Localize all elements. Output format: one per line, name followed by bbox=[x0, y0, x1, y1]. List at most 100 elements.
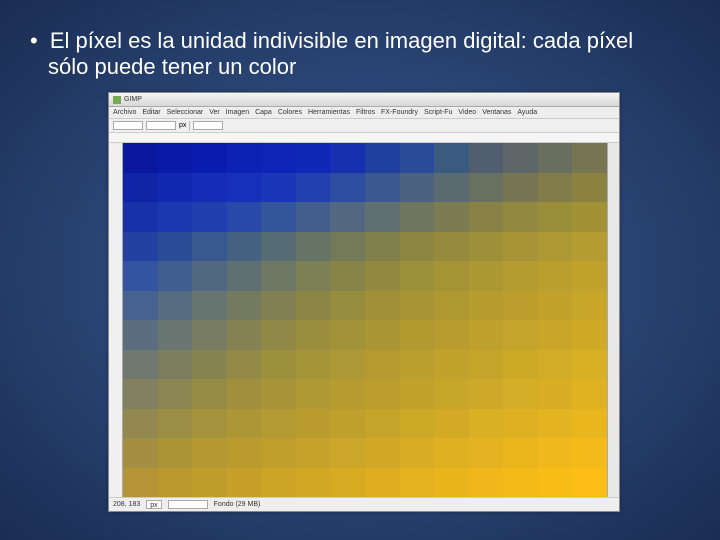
menu-herramientas[interactable]: Herramientas bbox=[308, 109, 350, 116]
pixel-cell bbox=[123, 261, 158, 291]
pixel-cell bbox=[400, 409, 435, 439]
menu-ayuda[interactable]: Ayuda bbox=[517, 109, 537, 116]
pixel-cell bbox=[261, 291, 296, 321]
pixel-cell bbox=[227, 409, 262, 439]
pixel-cell bbox=[227, 350, 262, 380]
status-units[interactable]: px bbox=[146, 500, 161, 509]
pixel-cell bbox=[503, 409, 538, 439]
pixel-cell bbox=[538, 173, 573, 203]
pixel-cell bbox=[434, 320, 469, 350]
menu-imagen[interactable]: Imagen bbox=[226, 109, 249, 116]
pixel-cell bbox=[469, 173, 504, 203]
pixel-cell bbox=[572, 379, 607, 409]
pixel-cell bbox=[503, 320, 538, 350]
menu-video[interactable]: Video bbox=[458, 109, 476, 116]
pixel-cell bbox=[192, 261, 227, 291]
pixel-cell bbox=[365, 202, 400, 232]
menu-capa[interactable]: Capa bbox=[255, 109, 272, 116]
pixel-cell bbox=[572, 350, 607, 380]
pixel-cell bbox=[330, 291, 365, 321]
pixel-cell bbox=[400, 232, 435, 262]
pixel-cell bbox=[538, 143, 573, 173]
canvas-area bbox=[109, 143, 619, 497]
menu-fxfoundry[interactable]: FX-Foundry bbox=[381, 109, 418, 116]
pixel-cell bbox=[538, 438, 573, 468]
pixel-cell bbox=[296, 232, 331, 262]
zoom-field[interactable] bbox=[193, 121, 223, 130]
slide-bullet-text: El píxel es la unidad indivisible en ima… bbox=[48, 28, 672, 81]
toolbar: px bbox=[109, 119, 619, 133]
pixel-cell bbox=[538, 409, 573, 439]
pixel-cell bbox=[365, 173, 400, 203]
menu-ventanas[interactable]: Ventanas bbox=[482, 109, 511, 116]
pixel-cell bbox=[296, 438, 331, 468]
pixel-cell bbox=[261, 320, 296, 350]
menu-seleccionar[interactable]: Seleccionar bbox=[167, 109, 204, 116]
pixel-cell bbox=[261, 173, 296, 203]
menu-archivo[interactable]: Archivo bbox=[113, 109, 136, 116]
pixel-cell bbox=[365, 143, 400, 173]
toolbar-separator bbox=[189, 121, 190, 131]
pixel-cell bbox=[434, 202, 469, 232]
pixel-cell bbox=[158, 173, 193, 203]
pixel-cell bbox=[400, 173, 435, 203]
pixel-canvas[interactable] bbox=[123, 143, 607, 497]
pixel-cell bbox=[469, 350, 504, 380]
pixel-cell bbox=[365, 409, 400, 439]
pixel-cell bbox=[123, 291, 158, 321]
pixel-cell bbox=[365, 261, 400, 291]
window-title: GIMP bbox=[124, 96, 142, 103]
pixel-cell bbox=[123, 143, 158, 173]
status-zoom[interactable] bbox=[168, 500, 208, 509]
pixel-cell bbox=[572, 409, 607, 439]
status-coords: 208, 183 bbox=[113, 501, 140, 508]
pixel-cell bbox=[158, 379, 193, 409]
pixel-cell bbox=[572, 261, 607, 291]
pixel-cell bbox=[123, 468, 158, 498]
pixel-cell bbox=[330, 173, 365, 203]
pixel-cell bbox=[503, 261, 538, 291]
pixel-cell bbox=[261, 350, 296, 380]
pixel-cell bbox=[192, 379, 227, 409]
pixel-cell bbox=[330, 143, 365, 173]
pixel-cell bbox=[434, 379, 469, 409]
pixel-cell bbox=[365, 320, 400, 350]
pixel-cell bbox=[330, 320, 365, 350]
pixel-cell bbox=[572, 291, 607, 321]
pixel-cell bbox=[400, 468, 435, 498]
pixel-cell bbox=[158, 261, 193, 291]
pixel-cell bbox=[123, 232, 158, 262]
pixel-cell bbox=[572, 232, 607, 262]
menu-editar[interactable]: Editar bbox=[142, 109, 160, 116]
pixel-cell bbox=[469, 143, 504, 173]
statusbar: 208, 183 px Fondo (29 MB) bbox=[109, 497, 619, 511]
pixel-cell bbox=[296, 173, 331, 203]
pixel-cell bbox=[330, 202, 365, 232]
pixel-cell bbox=[434, 261, 469, 291]
pixel-cell bbox=[469, 202, 504, 232]
menu-colores[interactable]: Colores bbox=[278, 109, 302, 116]
menubar: Archivo Editar Seleccionar Ver Imagen Ca… bbox=[109, 107, 619, 119]
vertical-ruler bbox=[109, 143, 123, 497]
coord-x-field[interactable] bbox=[113, 121, 143, 130]
coord-y-field[interactable] bbox=[146, 121, 176, 130]
menu-filtros[interactable]: Filtros bbox=[356, 109, 375, 116]
pixel-cell bbox=[400, 291, 435, 321]
pixel-cell bbox=[434, 468, 469, 498]
pixel-cell bbox=[469, 261, 504, 291]
pixel-cell bbox=[538, 261, 573, 291]
pixel-cell bbox=[192, 468, 227, 498]
pixel-cell bbox=[296, 143, 331, 173]
pixel-cell bbox=[503, 379, 538, 409]
pixel-cell bbox=[123, 320, 158, 350]
pixel-cell bbox=[503, 438, 538, 468]
pixel-cell bbox=[123, 409, 158, 439]
pixel-cell bbox=[400, 438, 435, 468]
vertical-scrollbar[interactable] bbox=[607, 143, 619, 497]
units-label: px bbox=[179, 122, 186, 129]
pixel-cell bbox=[227, 261, 262, 291]
menu-scriptfu[interactable]: Script-Fu bbox=[424, 109, 452, 116]
menu-ver[interactable]: Ver bbox=[209, 109, 220, 116]
pixel-cell bbox=[503, 350, 538, 380]
pixel-cell bbox=[296, 202, 331, 232]
